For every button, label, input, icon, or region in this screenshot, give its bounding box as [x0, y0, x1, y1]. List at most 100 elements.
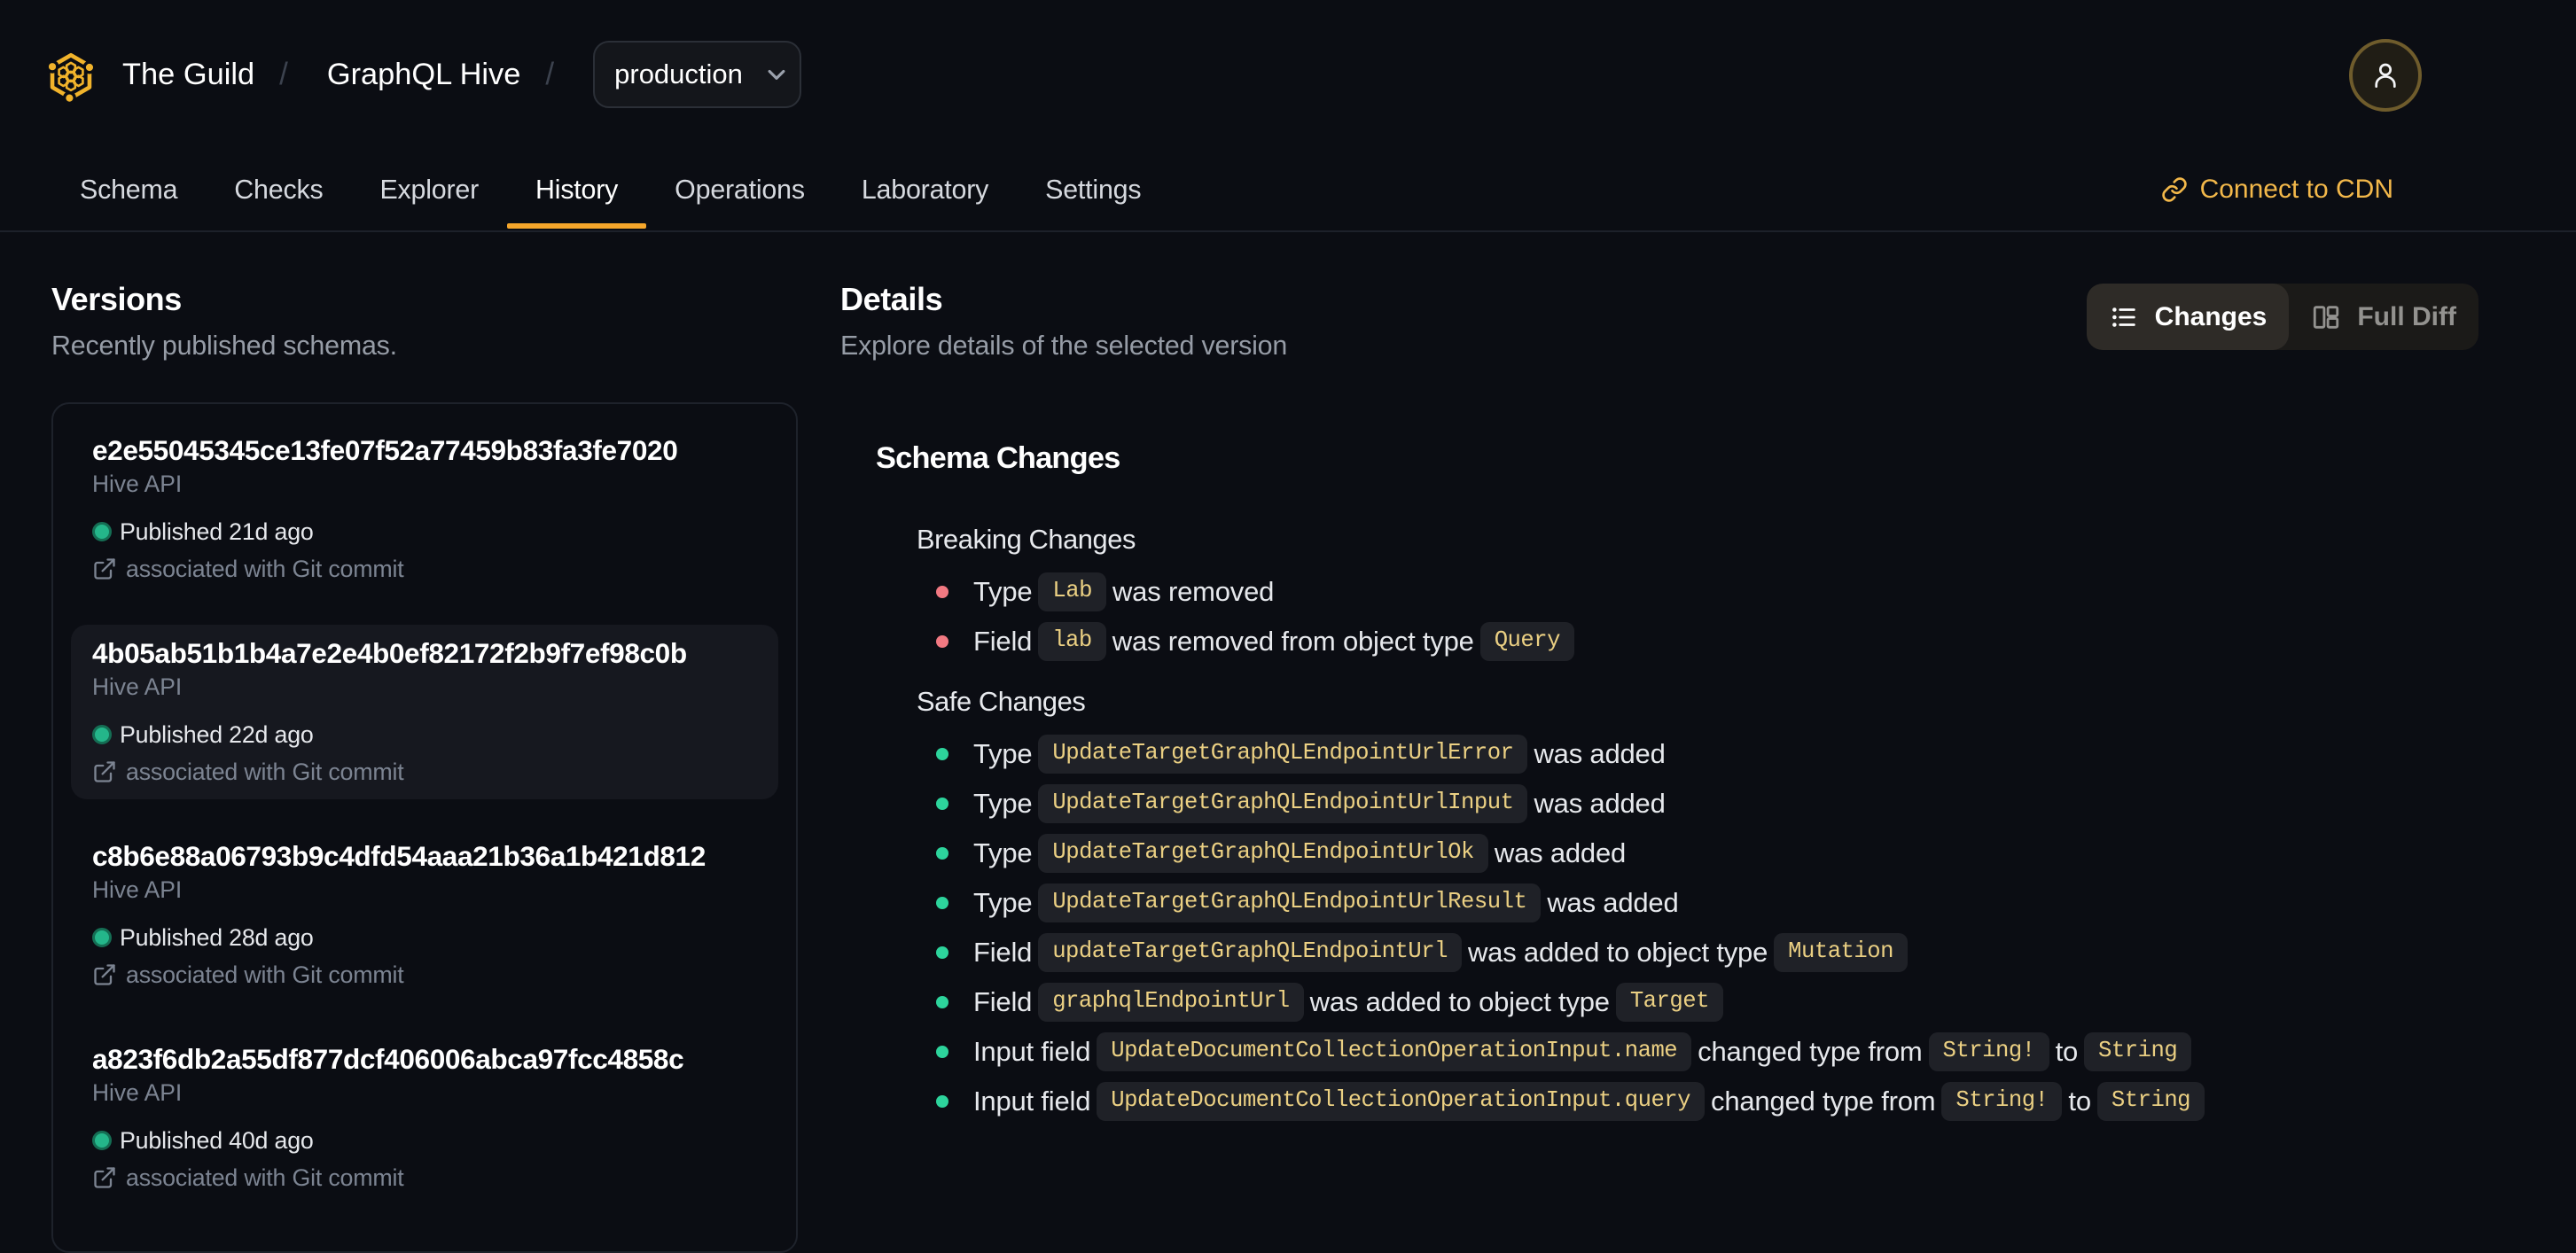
version-published-row: Published 21d ago	[92, 515, 757, 549]
change-item: Field updateTargetGraphQLEndpointUrl was a…	[936, 928, 2576, 977]
list-icon	[2109, 302, 2139, 332]
view-toggle-label: Full Diff	[2357, 301, 2456, 331]
details-header: Details Explore details of the selected …	[840, 232, 2576, 363]
breaking-changes-title: Breaking Changes	[917, 524, 1136, 555]
change-item: Type Lab was removed	[936, 567, 2576, 617]
view-toggle-label: Changes	[2154, 301, 2268, 331]
project-name[interactable]: GraphQL Hive	[327, 58, 521, 92]
tab-operations[interactable]: Operations	[646, 149, 833, 230]
tab-history[interactable]: History	[507, 149, 646, 230]
code-chip: graphqlEndpointUrl	[1038, 983, 1304, 1022]
version-item[interactable]: e2e55045345ce13fe07f52a77459b83fa3fe7020…	[71, 422, 778, 596]
published-status-dot	[92, 928, 112, 947]
org-name[interactable]: The Guild	[122, 58, 254, 92]
breadcrumb-separator: /	[545, 57, 555, 91]
details-subtitle: Explore details of the selected version	[840, 331, 1288, 361]
change-text: was added	[1547, 887, 1679, 918]
code-chip: String!	[1928, 1032, 2049, 1071]
code-chip: UpdateTargetGraphQLEndpointUrlResult	[1038, 883, 1542, 922]
version-service: Hive API	[92, 876, 183, 903]
change-text: Type	[973, 887, 1033, 918]
version-item-selected[interactable]: 4b05ab51b1b4a7e2e4b0ef82172f2b9f7ef98c0b…	[71, 625, 778, 799]
change-text: was added to object type	[1467, 937, 1768, 968]
version-hash: c8b6e88a06793b9c4dfd54aaa21b36a1b421d812	[92, 840, 706, 872]
code-chip: String	[2084, 1032, 2192, 1071]
published-status-dot	[92, 1131, 112, 1150]
version-git-row[interactable]: associated with Git commit	[92, 755, 757, 789]
tab-explorer[interactable]: Explorer	[351, 149, 507, 230]
version-git-row[interactable]: associated with Git commit	[92, 1161, 757, 1195]
version-published-row: Published 22d ago	[92, 718, 757, 751]
change-text: was added	[1494, 837, 1627, 868]
published-status-dot	[92, 725, 112, 744]
columns-icon	[2311, 302, 2341, 332]
code-chip: String!	[1941, 1082, 2063, 1121]
view-toggle: Changes Full Diff	[2086, 284, 2478, 350]
version-git-row[interactable]: associated with Git commit	[92, 552, 757, 586]
change-text: Type	[973, 788, 1033, 819]
code-chip: UpdateDocumentCollectionOperationInput.q…	[1097, 1082, 1706, 1121]
top-bar: The Guild / GraphQL Hive / production Sc…	[0, 0, 2576, 232]
code-chip: UpdateTargetGraphQLEndpointUrlInput	[1038, 784, 1528, 823]
code-chip: lab	[1038, 622, 1106, 661]
versions-panel: Versions Recently published schemas. e2e…	[51, 232, 798, 1253]
change-text: changed type from	[1698, 1036, 1923, 1067]
details-title: Details	[840, 281, 943, 317]
change-item: Input field UpdateDocumentCollectionOpera…	[936, 1077, 2576, 1126]
change-text: Field	[973, 937, 1033, 968]
change-item: Type UpdateTargetGraphQLEndpointUrlOk was …	[936, 829, 2576, 878]
change-text: Input field	[973, 1086, 1091, 1117]
user-menu-button[interactable]	[2349, 39, 2422, 112]
page: The Guild / GraphQL Hive / production Sc…	[0, 0, 2576, 1253]
code-chip: UpdateTargetGraphQLEndpointUrlError	[1038, 735, 1528, 774]
versions-title: Versions	[51, 281, 182, 317]
change-text: was added	[1534, 738, 1666, 769]
code-chip: UpdateDocumentCollectionOperationInput.n…	[1097, 1032, 1692, 1071]
published-label: Published 40d ago	[120, 1127, 314, 1154]
tab-bar: Schema Checks Explorer History Operations Lab…	[0, 149, 2576, 232]
change-text: to	[2068, 1086, 2091, 1117]
breadcrumb-separator: /	[279, 57, 288, 91]
main-content: Versions Recently published schemas. e2e…	[0, 232, 2576, 1253]
view-toggle-full-diff[interactable]: Full Diff	[2289, 284, 2478, 350]
change-text: Type	[973, 837, 1033, 868]
change-text: was added	[1534, 788, 1666, 819]
version-git-row[interactable]: associated with Git commit	[92, 958, 757, 992]
version-list: e2e55045345ce13fe07f52a77459b83fa3fe7020…	[51, 402, 798, 1253]
change-text: Type	[973, 576, 1033, 607]
target-selector-value: production	[614, 58, 743, 90]
hive-logo-icon[interactable]	[44, 50, 98, 105]
version-published-row: Published 40d ago	[92, 1124, 757, 1157]
tab-laboratory[interactable]: Laboratory	[833, 149, 1017, 230]
version-hash: e2e55045345ce13fe07f52a77459b83fa3fe7020	[92, 434, 678, 466]
tab-schema[interactable]: Schema	[51, 149, 206, 230]
code-chip: Lab	[1038, 572, 1106, 611]
tab-checks[interactable]: Checks	[206, 149, 351, 230]
external-link-icon	[92, 759, 117, 784]
connect-cdn-link[interactable]: Connect to CDN	[2161, 149, 2393, 230]
versions-subtitle: Recently published schemas.	[51, 331, 397, 361]
change-text: was removed	[1112, 576, 1275, 607]
change-text: was added to object type	[1309, 986, 1610, 1017]
code-chip: Query	[1479, 622, 1574, 661]
code-chip: Mutation	[1774, 933, 1908, 972]
schema-changes-section: Schema Changes Breaking Changes Type Lab wa…	[876, 434, 2576, 1126]
connect-cdn-label: Connect to CDN	[2199, 175, 2393, 204]
link-icon	[2161, 176, 2188, 203]
view-toggle-changes[interactable]: Changes	[2086, 284, 2290, 350]
version-hash: 4b05ab51b1b4a7e2e4b0ef82172f2b9f7ef98c0b	[92, 637, 687, 669]
target-selector[interactable]: production	[593, 41, 801, 108]
version-item[interactable]: c8b6e88a06793b9c4dfd54aaa21b36a1b421d812…	[71, 828, 778, 1002]
change-item: Field graphqlEndpointUrl was added to obje…	[936, 977, 2576, 1027]
external-link-icon	[92, 1165, 117, 1190]
change-text: changed type from	[1711, 1086, 1936, 1117]
git-commit-label: associated with Git commit	[126, 961, 404, 988]
tab-settings[interactable]: Settings	[1017, 149, 1169, 230]
person-icon	[2369, 58, 2402, 92]
code-chip: updateTargetGraphQLEndpointUrl	[1038, 933, 1462, 972]
change-text: was removed from object type	[1112, 626, 1474, 657]
schema-changes-title: Schema Changes	[876, 441, 1120, 475]
code-chip: UpdateTargetGraphQLEndpointUrlOk	[1038, 834, 1488, 873]
version-item[interactable]: a823f6db2a55df877dcf406006abca97fcc4858c…	[71, 1031, 778, 1205]
version-published-row: Published 28d ago	[92, 921, 757, 954]
